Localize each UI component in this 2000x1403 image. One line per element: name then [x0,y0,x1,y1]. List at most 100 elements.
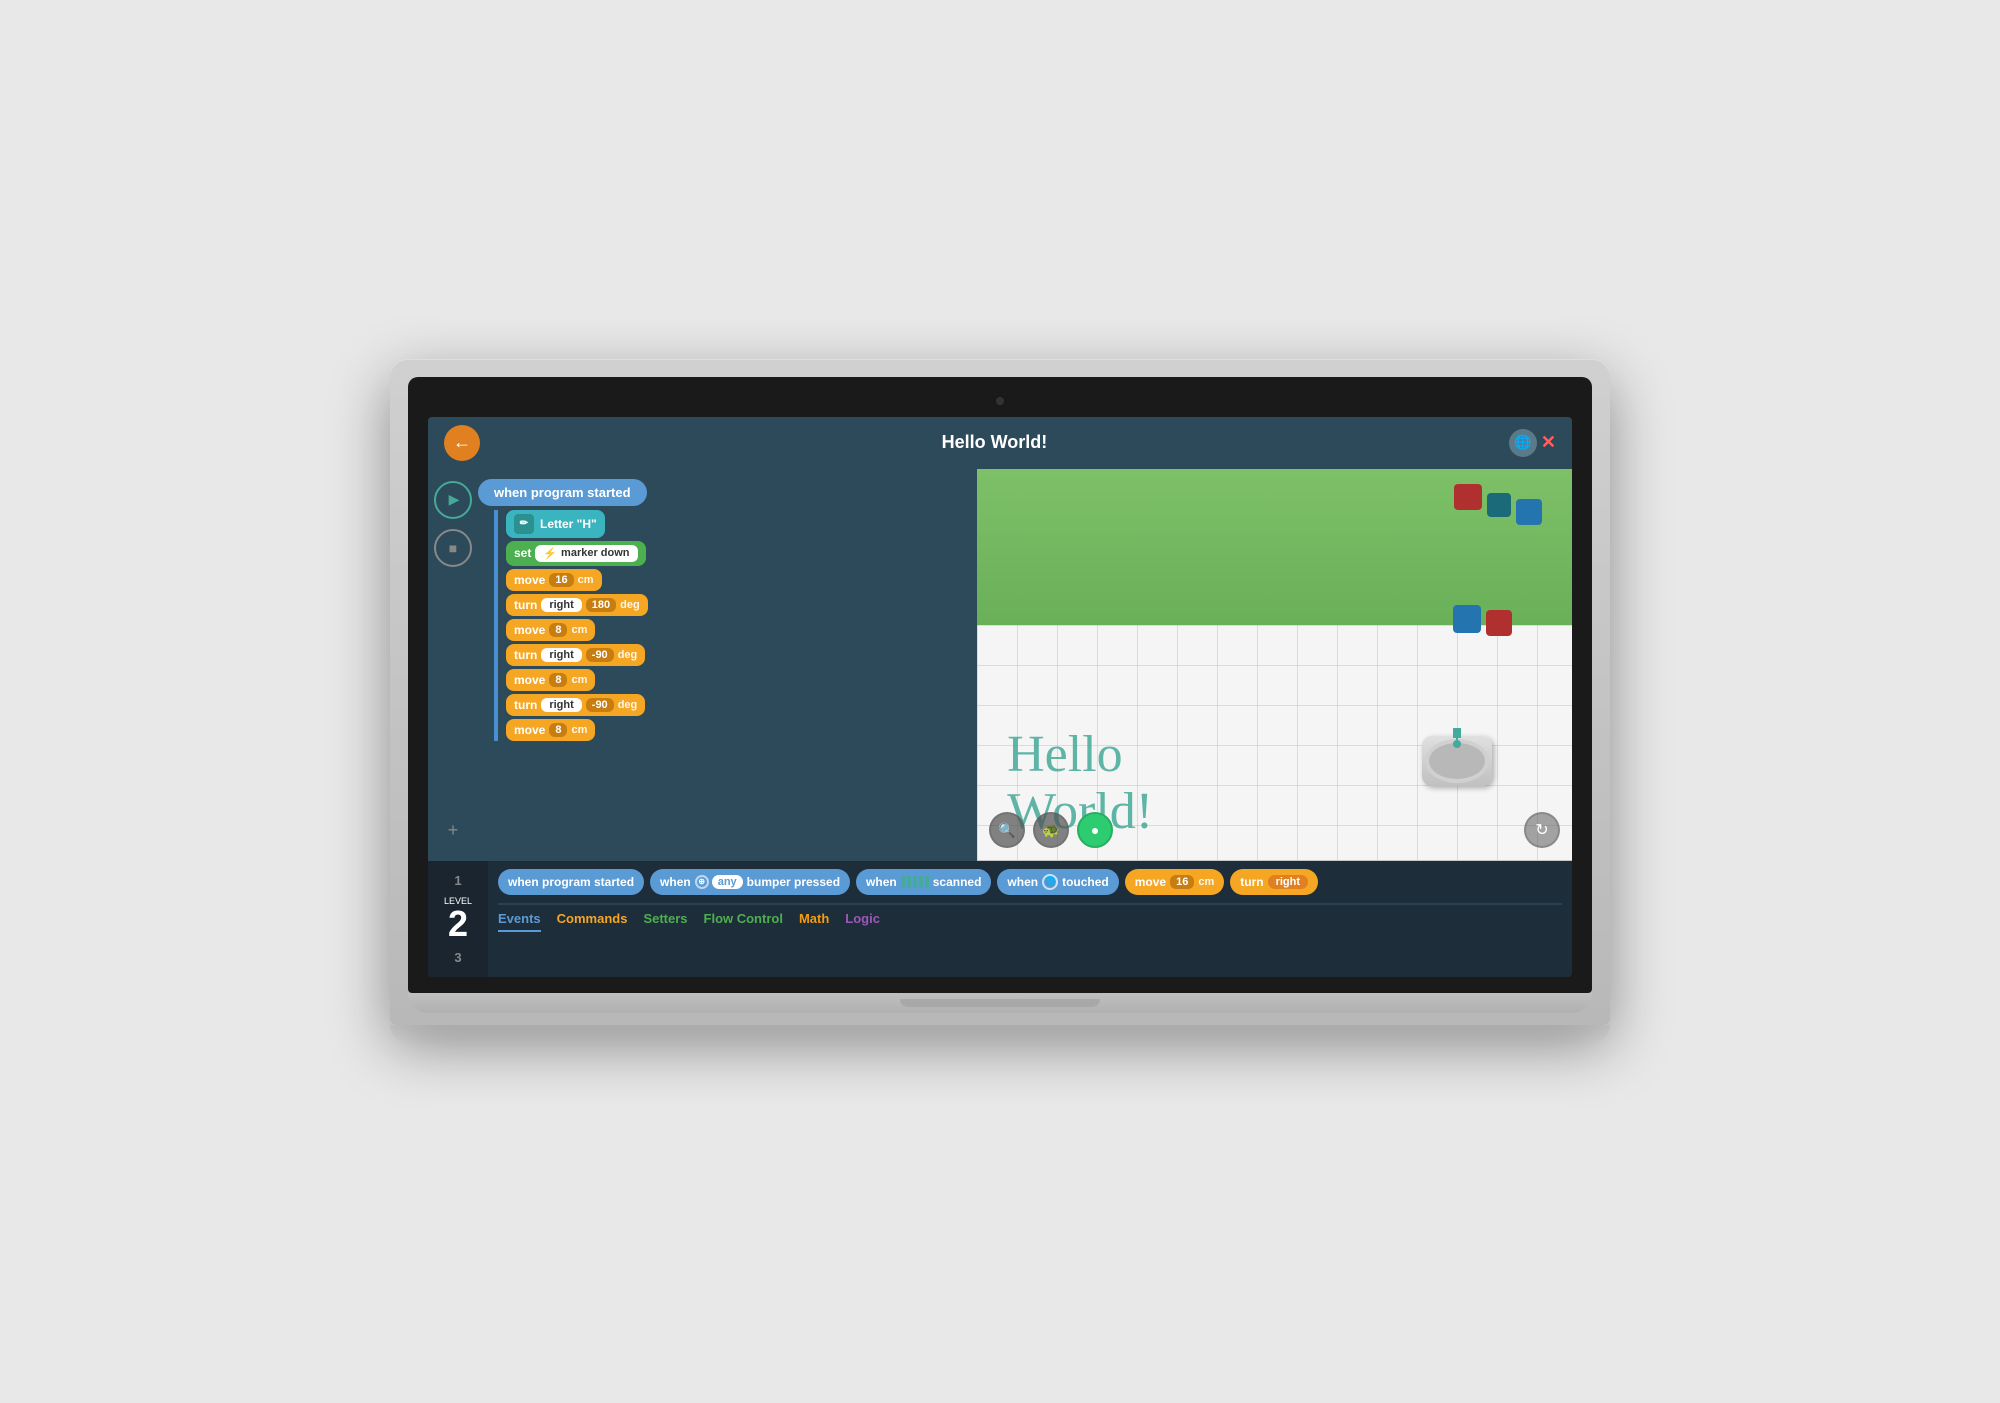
scan-bar-1 [901,876,905,888]
turn-dir-1[interactable]: right [541,598,581,612]
laptop-wrapper: ← Hello World! 🌐 ✕ [350,359,1650,1045]
tab-logic[interactable]: Logic [845,911,880,932]
level-item-1[interactable]: 1 [428,869,488,892]
tab-commands[interactable]: Commands [557,911,628,932]
left-controls: + [428,469,478,861]
level-current: 2 [428,906,488,942]
turn-num-1[interactable]: 180 [586,598,616,612]
move-num-3[interactable]: 8 [549,673,567,687]
move-label-4: move [514,723,545,737]
move-unit-4: cm [571,724,587,736]
main-content: + when program started ✏ Le [428,469,1572,861]
palette-bumper[interactable]: when ⊕ any bumper pressed [650,869,850,895]
move-label-2: move [514,623,545,637]
turn-block-1[interactable]: turn right 180 deg [506,594,648,616]
robot [1422,736,1492,796]
scene-green-top [977,469,1572,626]
turn-label-1: turn [514,598,537,612]
cube-teal [1487,493,1511,517]
level-item-2[interactable]: LEVEL 2 [428,892,488,946]
move-num-1[interactable]: 16 [549,573,573,587]
code-panel: + when program started ✏ Le [428,469,977,861]
level-sidebar: 1 LEVEL 2 3 [428,861,488,977]
turn-unit-2: deg [618,649,638,661]
turn-num-3[interactable]: -90 [586,698,614,712]
palette-move[interactable]: move 16 cm [1125,869,1225,895]
simulation-panel: HelloWorld! [977,469,1572,861]
marker-tag: ⚡ marker down [535,545,637,562]
code-blocks-area: when program started ✏ Letter "H" [478,469,977,861]
turn-block-3[interactable]: turn right -90 deg [506,694,645,716]
set-marker-block[interactable]: set ⚡ marker down [506,541,646,566]
palette-blocks: when program started when ⊕ any [498,869,1562,895]
scan-bars [901,876,929,888]
palette-move-num[interactable]: 16 [1170,875,1194,889]
move-block-3[interactable]: move 8 cm [506,669,595,691]
scan-bar-3 [913,876,917,888]
app-container: ← Hello World! 🌐 ✕ [428,417,1572,977]
palette-scanned-label: scanned [933,875,982,889]
run-ctrl-button[interactable]: ● [1077,812,1113,848]
move-num-2[interactable]: 8 [549,623,567,637]
back-button[interactable]: ← [444,425,480,461]
any-badge[interactable]: any [712,875,743,889]
zoom-ctrl-button[interactable]: 🔍 [989,812,1025,848]
robot-body [1422,736,1492,786]
speed-ctrl-button[interactable]: 🐢 [1033,812,1069,848]
move-label-1: move [514,573,545,587]
laptop-base [408,993,1592,1013]
blocks-indent: ✏ Letter "H" set ⚡ [494,510,967,741]
marker-icon: ⚡ [543,547,557,560]
scene-white-bottom: HelloWorld! [977,625,1572,860]
letter-icon: ✏ [514,514,534,534]
zoom-button[interactable]: + [448,820,459,849]
move-num-4[interactable]: 8 [549,723,567,737]
palette-move-unit: cm [1198,876,1214,888]
level-num-3: 3 [428,950,488,965]
scan-bar-4 [919,876,923,888]
sim-view: HelloWorld! [977,469,1572,861]
turn-dir-2[interactable]: right [541,648,581,662]
back-icon: ← [453,432,471,453]
palette-move-label: move [1135,875,1166,889]
stop-button[interactable] [434,529,472,567]
turn-label-2: turn [514,648,537,662]
tab-setters[interactable]: Setters [643,911,687,932]
cube-blue-2 [1453,605,1481,633]
scan-bar-5 [925,876,929,888]
palette-touched[interactable]: when 🌐 touched [997,869,1118,895]
globe-touch-icon: 🌐 [1042,874,1058,890]
camera [996,397,1004,405]
laptop-body: ← Hello World! 🌐 ✕ [390,359,1610,1025]
move-label-3: move [514,673,545,687]
letter-block[interactable]: ✏ Letter "H" [506,510,605,538]
tab-flow-control[interactable]: Flow Control [704,911,783,932]
marker-text: marker down [561,547,629,559]
tab-events[interactable]: Events [498,911,541,932]
turn-block-2[interactable]: turn right -90 deg [506,644,645,666]
turn-dir-3[interactable]: right [541,698,581,712]
when-started-block[interactable]: when program started [478,479,647,506]
move-block-2[interactable]: move 8 cm [506,619,595,641]
palette-scanned[interactable]: when scanned [856,869,991,895]
block-palette: when program started when ⊕ any [488,861,1572,977]
palette-turn[interactable]: turn right [1230,869,1318,895]
turn-num-2[interactable]: -90 [586,648,614,662]
turn-unit-3: deg [618,699,638,711]
laptop-notch [900,999,1100,1007]
palette-when-started[interactable]: when program started [498,869,644,895]
turn-unit-1: deg [620,599,640,611]
palette-right-badge[interactable]: right [1268,875,1308,889]
move-block-1[interactable]: move 16 cm [506,569,602,591]
tab-math[interactable]: Math [799,911,829,932]
move-unit-3: cm [571,674,587,686]
play-button[interactable] [434,481,472,519]
cube-red-1 [1454,484,1482,510]
move-block-4[interactable]: move 8 cm [506,719,595,741]
level-item-3[interactable]: 3 [428,946,488,969]
x-icon: ✕ [1541,432,1556,453]
palette-touched-label: touched [1062,875,1109,889]
close-button[interactable]: 🌐 ✕ [1509,429,1556,457]
palette-when-label: when [660,875,691,889]
screen: ← Hello World! 🌐 ✕ [428,417,1572,977]
